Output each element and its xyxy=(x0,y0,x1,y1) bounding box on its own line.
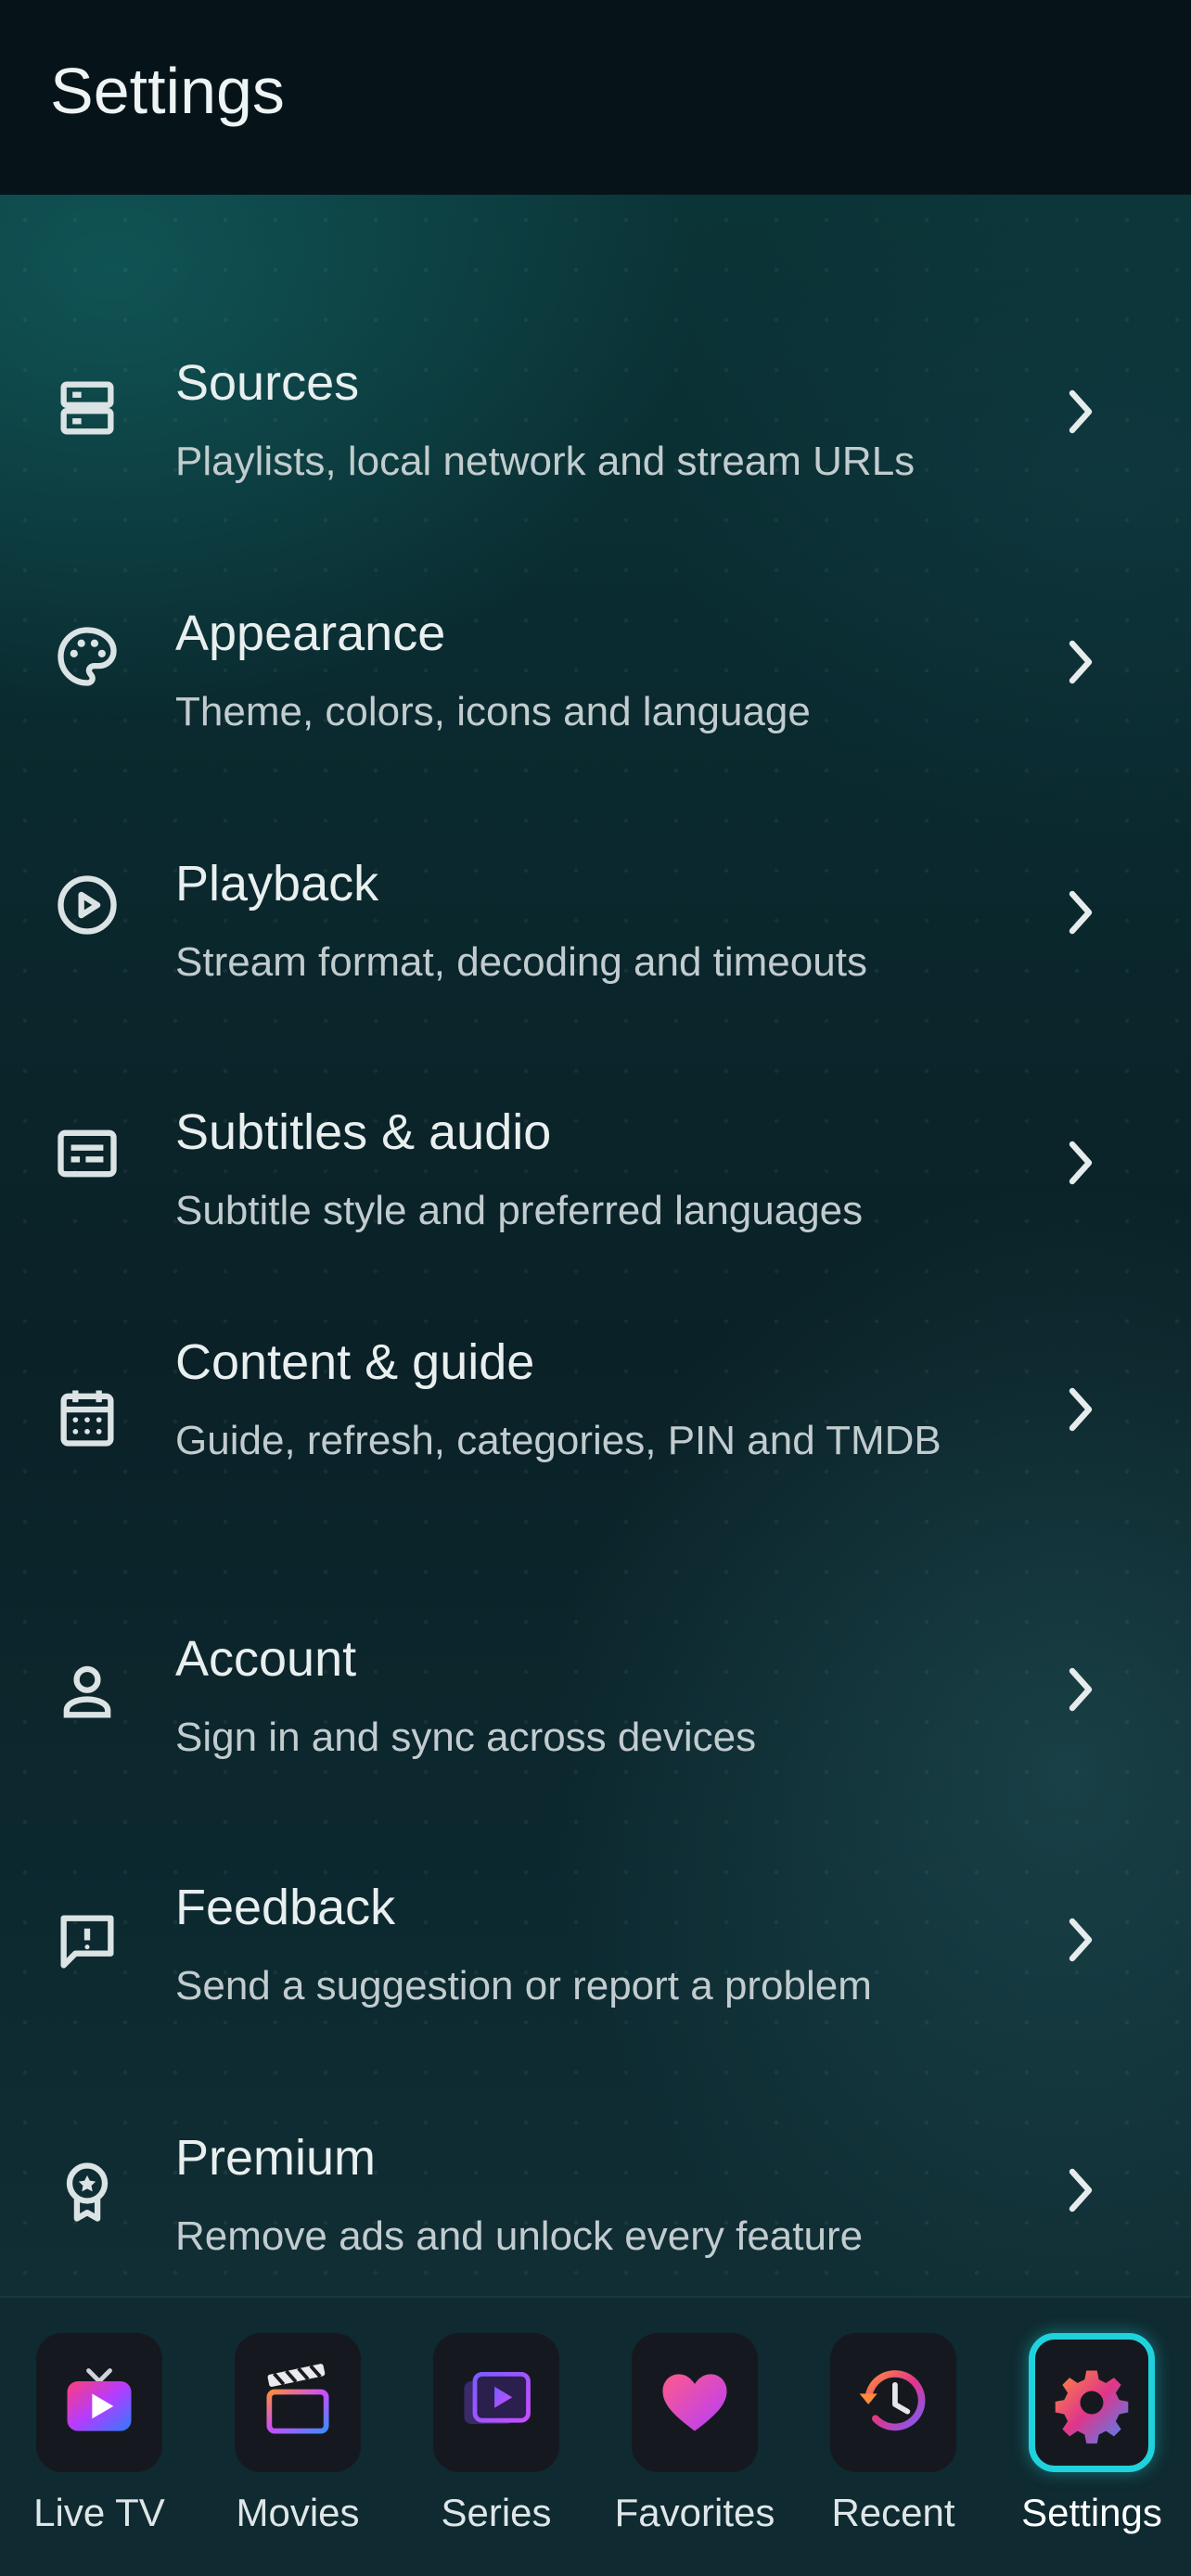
nav-label: Live TV xyxy=(33,2491,165,2534)
person-icon xyxy=(52,1656,122,1727)
settings-item-subtitle: Stream format, decoding and timeouts xyxy=(175,939,867,985)
settings-item-subtitle: Guide, refresh, categories, PIN and TMDB xyxy=(175,1418,941,1463)
settings-list: Sources Playlists, local network and str… xyxy=(0,195,1191,2296)
nav-item-movies[interactable]: Movies xyxy=(205,2333,391,2556)
chevron-right-icon xyxy=(1059,2162,1100,2218)
heart-icon xyxy=(662,2374,727,2431)
page-title: Settings xyxy=(50,55,285,127)
settings-item-title: Sources xyxy=(175,355,360,411)
nav-label: Settings xyxy=(1021,2491,1162,2534)
chevron-right-icon xyxy=(1059,885,1100,940)
nav-label: Movies xyxy=(236,2491,360,2534)
nav-label: Series xyxy=(441,2491,552,2534)
settings-item-subtitle: Playlists, local network and stream URLs xyxy=(175,439,916,484)
storage-icon xyxy=(52,373,122,443)
chevron-right-icon xyxy=(1059,384,1100,440)
settings-item-title: Content & guide xyxy=(175,1334,535,1390)
chevron-right-icon xyxy=(1059,1912,1100,1968)
live-tv-icon xyxy=(67,2368,132,2431)
nav-label: Favorites xyxy=(614,2491,775,2534)
settings-tile[interactable] xyxy=(1029,2333,1155,2472)
nav-item-live-tv[interactable]: Live TV xyxy=(6,2333,192,2556)
calendar-icon xyxy=(52,1382,122,1452)
settings-item-premium[interactable]: Premium Remove ads and unlock every feat… xyxy=(0,2068,1191,2272)
settings-item-title: Playback xyxy=(175,856,379,912)
award-icon xyxy=(52,2157,122,2227)
live-tv-tile[interactable] xyxy=(36,2333,162,2472)
settings-item-subtitle: Subtitle style and preferred languages xyxy=(175,1188,864,1233)
subtitles-icon xyxy=(52,1118,122,1189)
settings-item-subtitle: Send a suggestion or report a problem xyxy=(175,1963,872,2009)
settings-screen: Settings Sources Playlists, local networ… xyxy=(0,0,1191,2576)
chevron-right-icon xyxy=(1059,1135,1100,1191)
nav-item-settings[interactable]: Settings xyxy=(999,2333,1185,2556)
settings-item-subtitle: Sign in and sync across devices xyxy=(175,1715,757,1760)
clapperboard-icon xyxy=(266,2364,329,2434)
settings-item-appearance[interactable]: Appearance Theme, colors, icons and lang… xyxy=(0,519,1191,734)
settings-item-title: Premium xyxy=(175,2130,377,2186)
settings-item-playback[interactable]: Playback Stream format, decoding and tim… xyxy=(0,770,1191,985)
settings-item-sources[interactable]: Sources Playlists, local network and str… xyxy=(0,269,1191,484)
recent-tile[interactable] xyxy=(830,2333,956,2472)
history-icon xyxy=(859,2370,926,2431)
nav-item-favorites[interactable]: Favorites xyxy=(602,2333,788,2556)
settings-item-subtitles-audio[interactable]: Subtitles & audio Subtitle style and pre… xyxy=(0,1020,1191,1233)
movies-tile[interactable] xyxy=(235,2333,361,2472)
app-header: Settings xyxy=(0,0,1191,195)
chevron-right-icon xyxy=(1059,1382,1100,1437)
bottom-navigation: Live TV Movies Series Favorites Recent S… xyxy=(0,2296,1191,2576)
gear-icon xyxy=(1055,2370,1129,2444)
nav-item-series[interactable]: Series xyxy=(403,2333,589,2556)
chevron-right-icon xyxy=(1059,634,1100,690)
settings-item-account[interactable]: Account Sign in and sync across devices xyxy=(0,1567,1191,1771)
settings-item-title: Subtitles & audio xyxy=(175,1104,552,1160)
settings-item-content-guide[interactable]: Content & guide Guide, refresh, categori… xyxy=(0,1270,1191,1549)
favorites-tile[interactable] xyxy=(632,2333,758,2472)
series-tile[interactable] xyxy=(433,2333,559,2472)
settings-item-title: Feedback xyxy=(175,1880,396,1935)
settings-item-title: Appearance xyxy=(175,606,446,661)
series-icon xyxy=(464,2371,531,2424)
palette-icon xyxy=(52,621,122,692)
settings-item-subtitle: Remove ads and unlock every feature xyxy=(175,2213,864,2259)
settings-item-subtitle: Theme, colors, icons and language xyxy=(175,689,811,734)
play-circle-icon xyxy=(52,870,122,940)
settings-item-feedback[interactable]: Feedback Send a suggestion or report a p… xyxy=(0,1817,1191,2021)
nav-item-recent[interactable]: Recent xyxy=(800,2333,986,2556)
chevron-right-icon xyxy=(1059,1662,1100,1717)
feedback-icon xyxy=(52,1906,122,1977)
nav-label: Recent xyxy=(831,2491,955,2534)
settings-item-title: Account xyxy=(175,1631,357,1687)
